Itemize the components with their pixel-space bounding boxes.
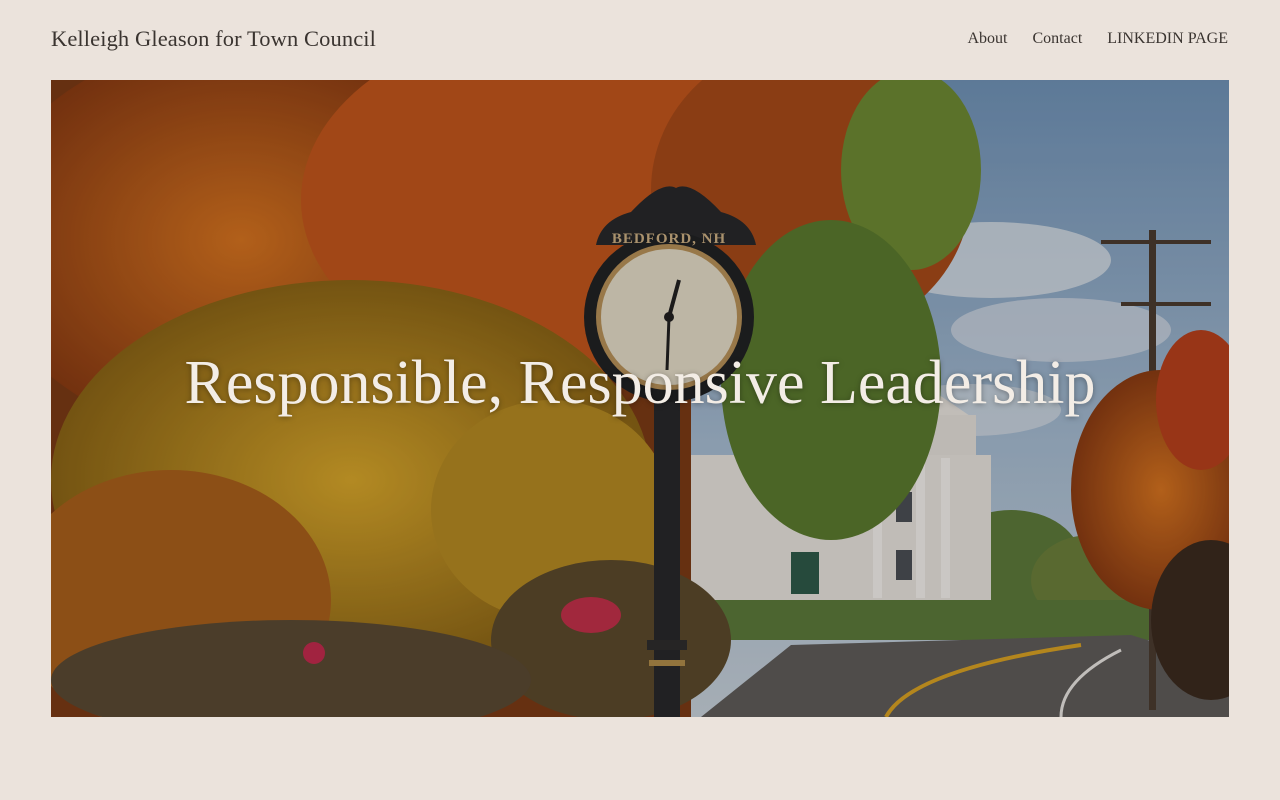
nav-link-contact[interactable]: Contact: [1033, 30, 1083, 48]
site-header: Kelleigh Gleason for Town Council About …: [0, 0, 1280, 80]
nav-link-about[interactable]: About: [968, 30, 1008, 48]
hero-banner: BEDFORD, NH Responsible, Responsive Lead…: [51, 80, 1229, 717]
nav-link-linkedin[interactable]: LINKEDIN PAGE: [1107, 30, 1228, 48]
hero-heading: Responsible, Responsive Leadership: [184, 349, 1096, 417]
main-nav: About Contact LINKEDIN PAGE: [968, 30, 1229, 48]
site-title-link[interactable]: Kelleigh Gleason for Town Council: [51, 26, 376, 52]
